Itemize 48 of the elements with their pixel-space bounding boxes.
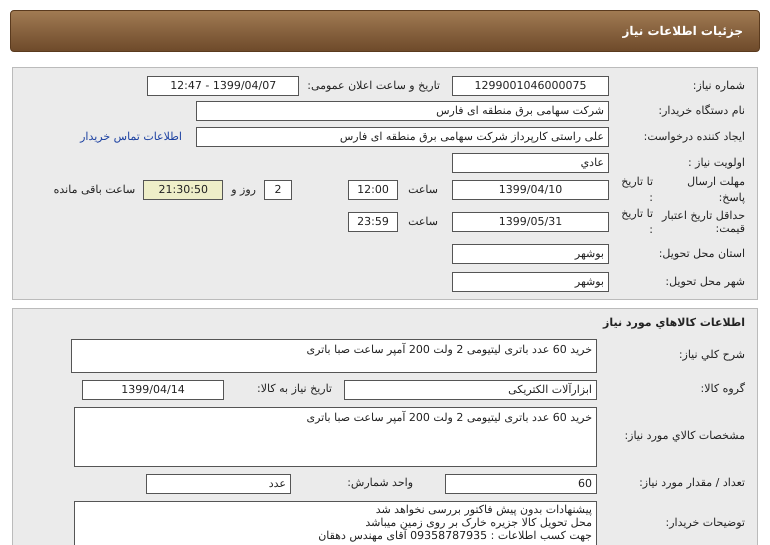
note-line: جهت کسب اطلاعات : 09358787935 آقای مهندس دهقان (317, 528, 592, 542)
field-label: توضیحات خریدار: (664, 515, 745, 532)
field-label: تاریخ نیاز به کالا: (256, 381, 332, 398)
input-field[interactable]: 1399/04/07 - 12:47 (147, 76, 300, 96)
input-field[interactable]: 1299001046000075 (452, 76, 609, 96)
input-field[interactable]: بوشهر (452, 244, 609, 264)
note-line: محل تحویل کالا جزیره خارک بر روی زمین میباشد (364, 516, 592, 528)
input-field[interactable]: بوشهر (452, 272, 609, 292)
input-field[interactable]: علی راستی کارپرداز شرکت سهامی برق منطقه ای فارس (196, 127, 609, 147)
field-label: اولویت نیاز : (686, 154, 745, 171)
field-label: استان محل تحویل: (658, 246, 745, 262)
input-field[interactable]: عادي (452, 153, 609, 173)
input-field[interactable]: 60 (445, 474, 597, 494)
field-label: مشخصات کالاي مورد نياز: (623, 428, 745, 444)
field-label: مهلت ارسال پاسخ: (686, 174, 745, 206)
input-field[interactable]: 1399/05/31 (452, 212, 609, 232)
text-area[interactable]: خرید 60 عدد باتری لیتیومی 2 ولت 200 آمپر ساعت صبا باتری (71, 338, 597, 372)
field-label: تاریخ و ساعت اعلان عمومی: (307, 78, 441, 94)
input-field[interactable]: 12:00 (348, 180, 398, 200)
field-label: تا تاریخ : (620, 174, 653, 206)
field-label: حداقل تاریخ اعتبار قیمت: (661, 209, 745, 235)
input-field[interactable]: شرکت سهامی برق منطقه ای فارس (196, 101, 609, 121)
field-label: واحد شمارش: (346, 475, 414, 492)
field-label: ساعت باقی مانده (54, 182, 136, 198)
input-field[interactable]: 23:59 (348, 212, 398, 232)
field-label: ساعت (407, 182, 439, 198)
countdown-field[interactable]: 21:30:50 (143, 180, 224, 200)
page-title: جزئیات اطلاعات نیاز (622, 23, 743, 40)
text-area[interactable]: خرید 60 عدد باتری لیتیومی 2 ولت 200 آمپر ساعت صبا باتری (74, 406, 597, 466)
field-label: شهر محل تحویل: (664, 274, 745, 290)
field-label: تعداد / مقدار مورد نیاز: (638, 475, 745, 492)
input-field[interactable]: 1399/04/10 (452, 180, 609, 200)
field-label: نام دستگاه خریدار: (657, 102, 745, 119)
field-label: گروه کالا: (700, 381, 745, 398)
field-label: روز و (231, 182, 256, 198)
field-label: ایجاد کننده درخواست: (642, 128, 745, 145)
input-field[interactable]: 1399/04/14 (82, 380, 224, 400)
note-line: پیشنهادات بدون پیش فاکتور بررسی نخواهد شد (374, 502, 592, 516)
input-field[interactable]: 2 (264, 180, 292, 200)
buyer-contact-link[interactable]: اطلاعات تماس خریدار (80, 128, 182, 146)
text-area[interactable]: پیشنهادات بدون پیش فاکتور بررسی نخواهد شد محل تحویل کالا جزیره خارک بر روی زمین میباشد جهت کسب اطلاعات : 09358787935 آقای مهندس دهقان (74, 500, 597, 545)
field-label: ساعت (407, 214, 439, 230)
section-title: اطلاعات کالاهاي مورد نياز (602, 315, 745, 331)
field-label: شرح کلي نياز: (678, 347, 745, 364)
input-field[interactable]: عدد (146, 474, 291, 494)
field-label: شماره نیاز: (692, 78, 745, 94)
input-field[interactable]: ابزارآلات الکتریکی (344, 380, 597, 400)
field-label: تا تاریخ : (620, 206, 653, 238)
